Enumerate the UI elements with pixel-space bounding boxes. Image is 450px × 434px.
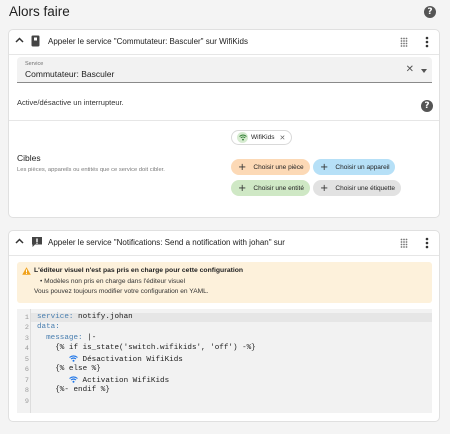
target-chip-wifikids[interactable]: WifiKids ✕ — [231, 130, 293, 145]
code-line: {%- endif %} — [37, 386, 110, 394]
code-line: message: |- — [37, 334, 96, 342]
choose-device-button[interactable]: + Choisir un appareil — [313, 159, 395, 175]
wifi-icon — [69, 376, 78, 383]
alert-triangle-icon — [22, 267, 31, 275]
warning-note: Vous pouvez toujours modifier votre conf… — [34, 288, 209, 295]
action-card-switch: Appeler le service "Commutateur: Bascule… — [8, 29, 440, 218]
line-number: 5 — [24, 356, 29, 364]
code-line: Activation WifiKids — [69, 376, 169, 385]
action-card-notify: Appeler le service "Notifications: Send … — [8, 230, 440, 422]
plus-icon: + — [320, 161, 329, 173]
chevron-up-icon[interactable] — [15, 37, 24, 43]
code-line: Désactivation WifiKids — [69, 355, 183, 364]
targets-label: Cibles — [17, 153, 41, 163]
dropdown-arrow-icon[interactable] — [421, 69, 427, 73]
wifi-icon — [69, 355, 78, 362]
help-circle-icon[interactable]: ? — [424, 6, 436, 18]
line-number: 9 — [24, 398, 29, 406]
section-title: Alors faire — [9, 4, 70, 19]
plus-icon: + — [320, 182, 329, 194]
line-number: 8 — [24, 387, 29, 395]
targets-description: Les pièces, appareils ou entités que ce … — [17, 167, 165, 173]
line-number: 3 — [24, 335, 29, 343]
dots-vertical-icon[interactable] — [425, 36, 429, 48]
divider — [9, 255, 439, 256]
warning-title: L'éditeur visuel n'est pas pris en charg… — [34, 267, 244, 274]
code-line: data: — [37, 323, 60, 331]
service-select[interactable]: Service Commutateur: Basculer ✕ — [17, 57, 432, 83]
button-label: Choisir une étiquette — [335, 184, 396, 192]
button-label: Choisir un appareil — [335, 163, 390, 171]
choose-label-button[interactable]: + Choisir une étiquette — [313, 180, 401, 196]
section-header: Alors faire ? — [9, 4, 436, 22]
plus-icon: + — [238, 182, 247, 194]
line-number: 4 — [24, 345, 29, 353]
code-text: Désactivation WifiKids — [78, 356, 183, 364]
chip-label: WifiKids — [251, 134, 275, 141]
card-header[interactable]: Appeler le service "Notifications: Send … — [9, 231, 439, 255]
service-description: Active/désactive un interrupteur. — [17, 98, 124, 107]
code-line: {% else %} — [37, 365, 101, 373]
remove-chip-icon[interactable]: ✕ — [279, 134, 285, 142]
switch-icon — [31, 35, 40, 47]
drag-handle-icon[interactable] — [400, 37, 408, 47]
yaml-code-editor[interactable]: 1 2 3 4 5 6 7 8 9 service: notify.johan … — [17, 309, 432, 413]
drag-handle-icon[interactable] — [400, 238, 408, 248]
line-number: 7 — [24, 377, 29, 385]
code-line: {% if is_state('switch.wifikids', 'off')… — [37, 344, 256, 352]
alert-message-icon — [32, 237, 42, 247]
button-label: Choisir une entité — [253, 184, 304, 192]
wifi-icon — [237, 132, 248, 143]
card-header[interactable]: Appeler le service "Commutateur: Bascule… — [9, 30, 439, 54]
yaml-key: service: — [37, 313, 74, 321]
yaml-key: data: — [37, 323, 60, 331]
plus-icon: + — [238, 161, 247, 173]
warning-alert: L'éditeur visuel n'est pas pris en charg… — [17, 262, 432, 303]
line-number-gutter: 1 2 3 4 5 6 7 8 9 — [17, 309, 31, 413]
warning-bullet-text: Modèles non pris en charge dans l'éditeu… — [44, 278, 186, 285]
warning-bullet: • Modèles non pris en charge dans l'édit… — [40, 278, 186, 285]
button-label: Choisir une pièce — [253, 163, 304, 171]
line-number: 1 — [24, 314, 29, 322]
line-number: 6 — [24, 366, 29, 374]
dots-vertical-icon[interactable] — [425, 237, 429, 249]
card-title: Appeler le service "Notifications: Send … — [48, 238, 285, 247]
chevron-up-icon[interactable] — [15, 238, 24, 244]
yaml-value: |- — [82, 334, 97, 342]
help-circle-icon[interactable]: ? — [421, 100, 433, 112]
code-text: Activation WifiKids — [78, 377, 170, 385]
choose-entity-button[interactable]: + Choisir une entité — [231, 180, 310, 196]
code-line: service: notify.johan — [37, 313, 133, 321]
choose-area-button[interactable]: + Choisir une pièce — [231, 159, 310, 175]
divider — [9, 120, 439, 121]
clear-icon[interactable]: ✕ — [406, 64, 414, 75]
service-field-label: Service — [25, 61, 44, 67]
yaml-key: message: — [37, 334, 83, 342]
service-field-value: Commutateur: Basculer — [25, 69, 115, 79]
card-title: Appeler le service "Commutateur: Bascule… — [48, 37, 248, 46]
line-number: 2 — [24, 324, 29, 332]
divider — [9, 54, 439, 55]
yaml-value: notify.johan — [73, 313, 133, 321]
